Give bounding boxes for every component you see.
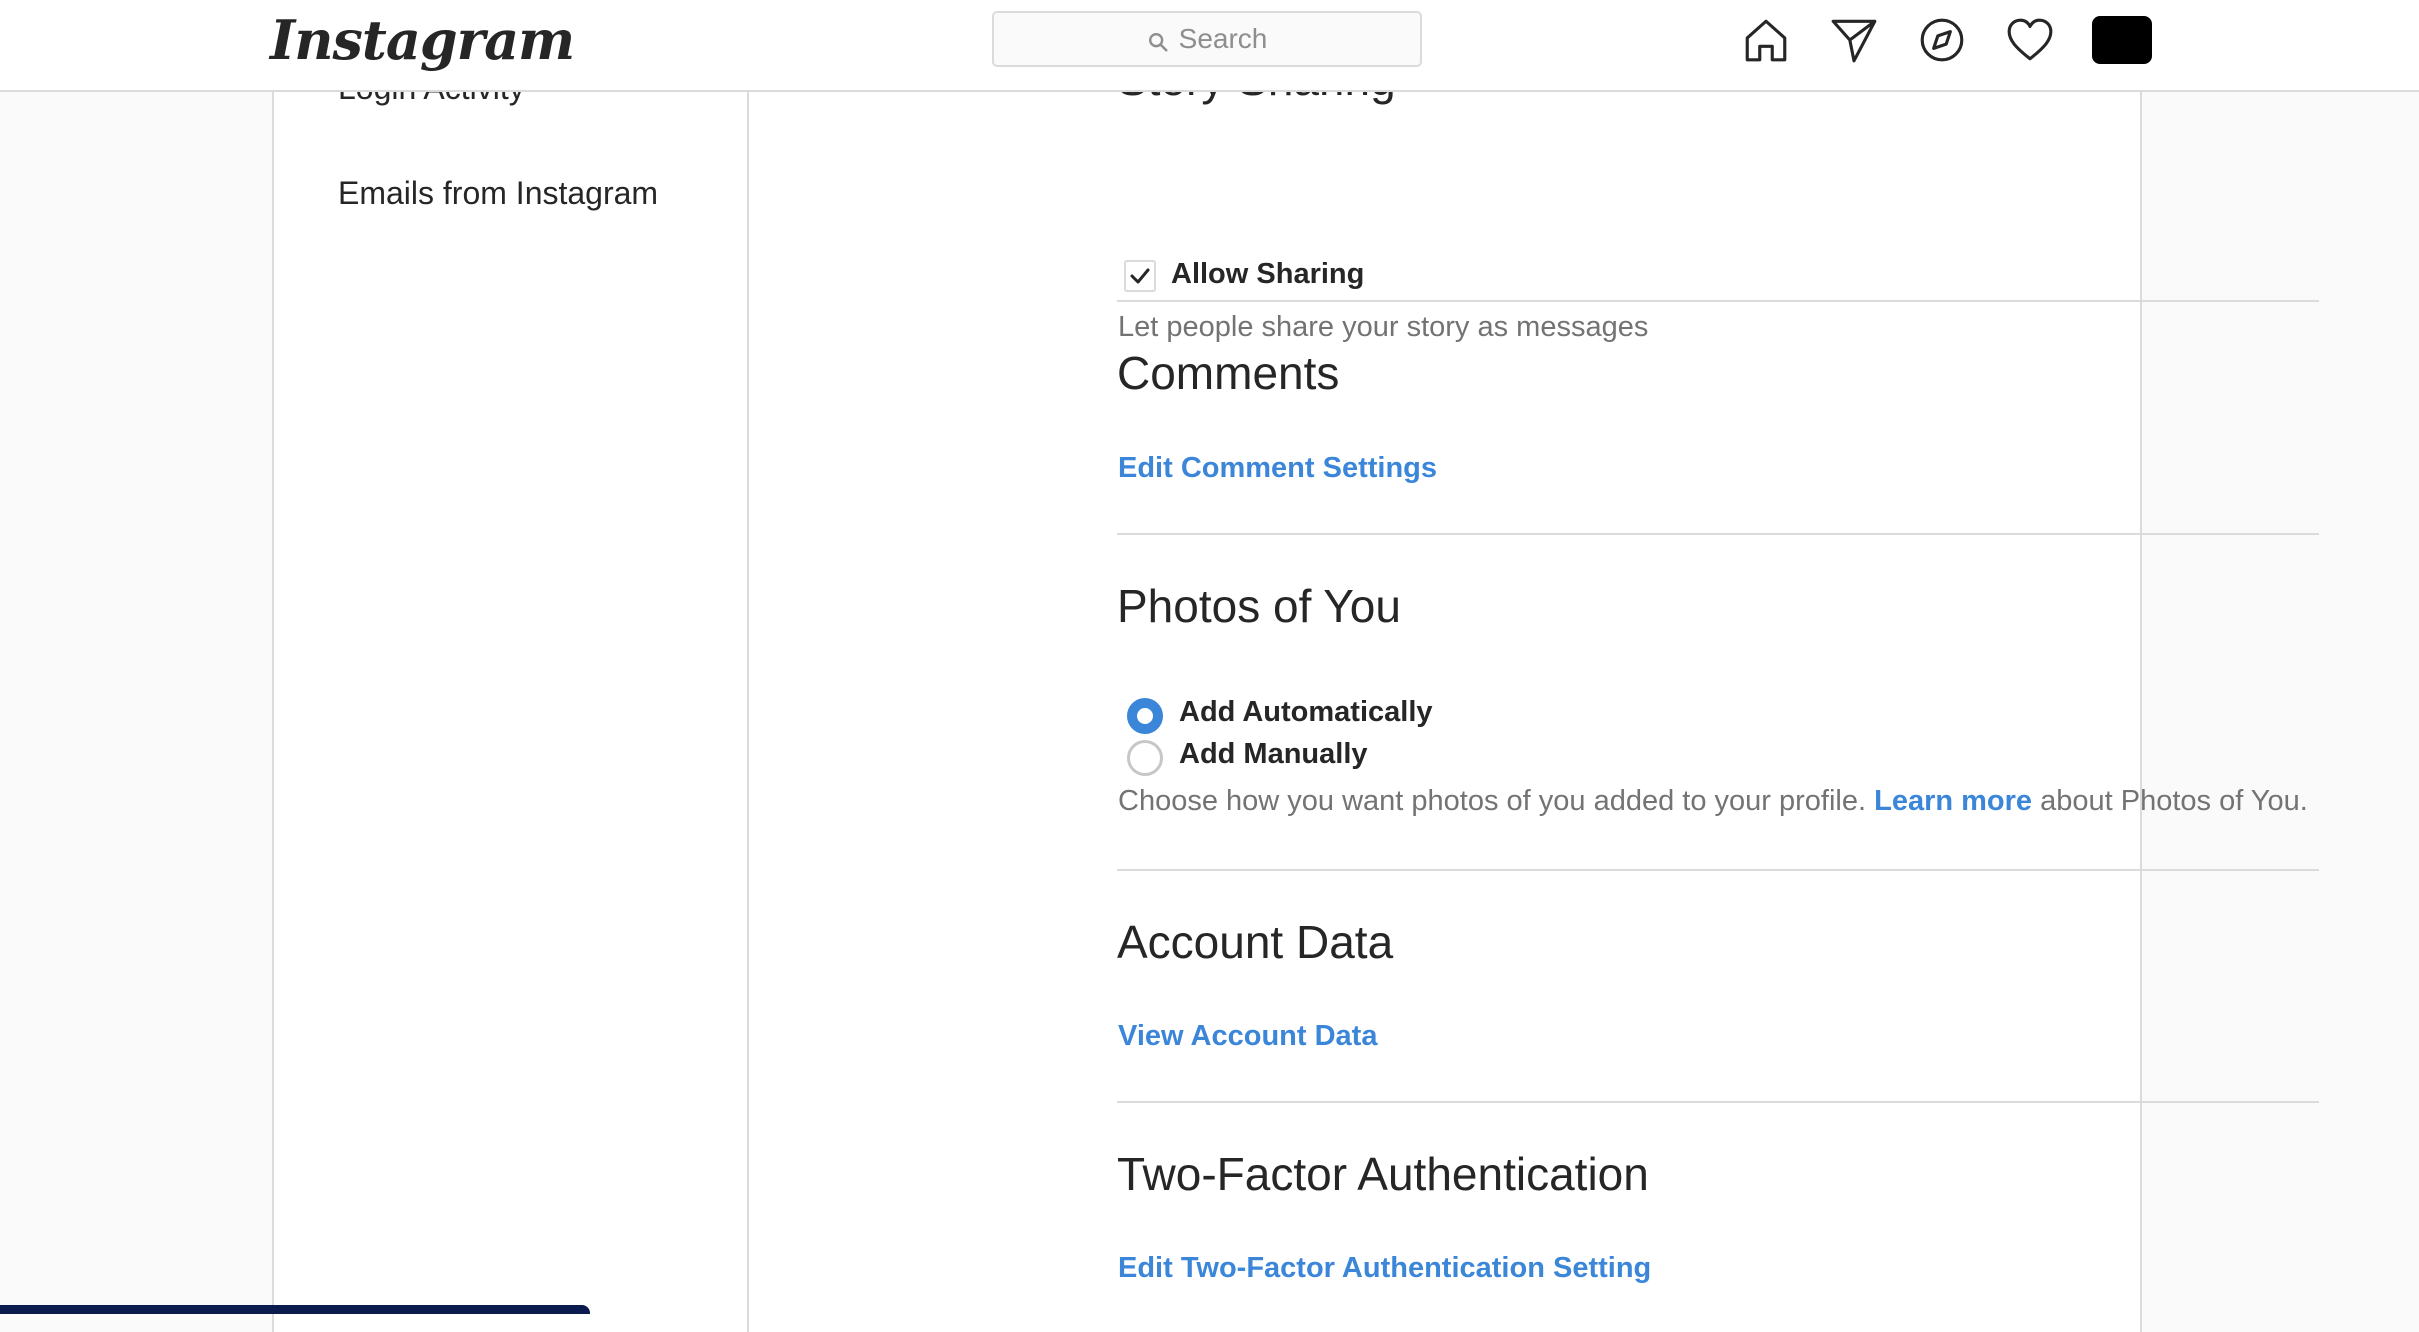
account-data-heading: Account Data	[1117, 916, 1394, 968]
search-placeholder: Search	[1178, 23, 1268, 54]
two-factor-heading: Two-Factor Authentication	[1117, 1148, 1649, 1200]
add-automatically-label[interactable]: Add Automatically	[1179, 696, 1433, 729]
home-icon[interactable]	[1740, 14, 1792, 66]
checkmark-icon	[1130, 268, 1150, 284]
instagram-logo[interactable]: Instagram	[270, 8, 575, 72]
settings-panel: Login Activity Emails from Instagram Sto…	[272, 53, 2319, 1332]
comments-heading: Comments	[1117, 347, 1340, 399]
section-divider	[1117, 869, 2319, 871]
edit-two-factor-link[interactable]: Edit Two-Factor Authentication Setting	[1118, 1252, 1651, 1285]
story-sharing-help: Let people share your story as messages	[1118, 311, 1649, 343]
add-automatically-radio[interactable]	[1127, 698, 1163, 734]
search-icon	[1147, 28, 1169, 52]
bottom-progress-bar	[0, 1305, 590, 1314]
activity-heart-icon[interactable]	[2004, 14, 2056, 66]
search-input[interactable]: Search	[992, 11, 1422, 67]
allow-sharing-label[interactable]: Allow Sharing	[1171, 258, 1364, 291]
add-manually-label[interactable]: Add Manually	[1179, 738, 1368, 771]
explore-icon[interactable]	[1916, 14, 1968, 66]
photos-of-you-heading: Photos of You	[1117, 580, 1401, 632]
edit-comment-settings-link[interactable]: Edit Comment Settings	[1118, 452, 1437, 485]
photos-help-suffix: about Photos of You.	[2032, 785, 2308, 817]
allow-sharing-checkbox[interactable]	[1124, 260, 1156, 292]
settings-sidebar: Login Activity Emails from Instagram	[274, 70, 749, 1332]
learn-more-link[interactable]: Learn more	[1874, 785, 2032, 817]
section-divider	[1117, 300, 2319, 302]
direct-message-icon[interactable]	[1828, 14, 1880, 66]
sidebar-item-emails-from-instagram[interactable]: Emails from Instagram	[338, 175, 658, 212]
view-account-data-link[interactable]: View Account Data	[1118, 1020, 1377, 1053]
top-navigation-bar: Instagram Search	[0, 0, 2419, 92]
section-divider	[1117, 1101, 2319, 1103]
profile-avatar[interactable]	[2092, 16, 2152, 64]
photos-help-prefix: Choose how you want photos of you added …	[1118, 785, 1875, 817]
photos-of-you-help: Choose how you want photos of you added …	[1118, 785, 2308, 818]
section-divider	[1117, 533, 2319, 535]
add-manually-radio[interactable]	[1127, 740, 1163, 776]
